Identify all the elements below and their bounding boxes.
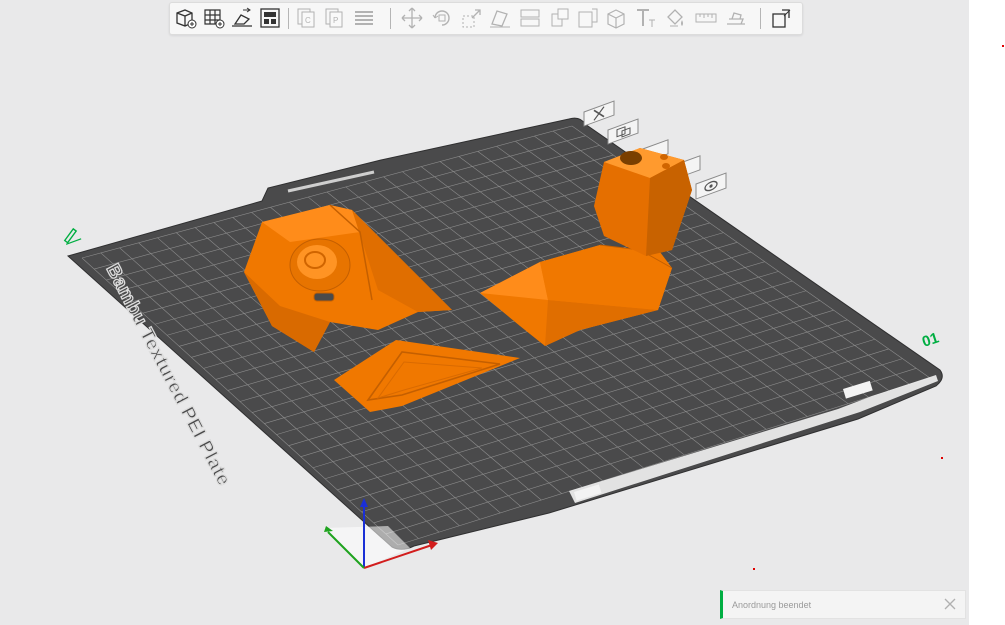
- ruler-icon: [695, 13, 717, 23]
- measure-button[interactable]: [694, 6, 718, 30]
- text-icon: [637, 9, 655, 27]
- stray-pixel-marker: [1002, 45, 1004, 47]
- notification-toast: Anordnung beendet: [720, 590, 966, 619]
- add-plate-button[interactable]: [202, 6, 226, 30]
- copy-icon: C: [297, 8, 315, 28]
- support-paint-icon: [551, 8, 569, 27]
- split-parts-button[interactable]: [604, 6, 628, 30]
- lay-on-face-icon: [490, 10, 510, 28]
- boolean-button[interactable]: [576, 6, 600, 30]
- scale-button[interactable]: [460, 6, 484, 30]
- arrange-plate-icon[interactable]: [607, 118, 639, 145]
- split-icon: [607, 9, 625, 29]
- 3d-viewport[interactable]: Bambu Textured PEI Plate 01 C P Anordnun…: [0, 0, 969, 625]
- cut-button[interactable]: [518, 6, 542, 30]
- move-button[interactable]: [400, 6, 424, 30]
- assembly-view-button[interactable]: [770, 6, 794, 30]
- copy-button[interactable]: C: [294, 6, 318, 30]
- lay-on-face-button[interactable]: [488, 6, 512, 30]
- toolbar-separator: [288, 8, 289, 29]
- assembly-view-icon: [772, 9, 791, 28]
- cut-icon: [520, 9, 540, 27]
- assembly-icon: [727, 12, 745, 25]
- auto-orient-button[interactable]: [230, 6, 254, 30]
- main-toolbar: C P: [169, 2, 803, 35]
- paint-bucket-icon: [667, 9, 683, 27]
- rotate-button[interactable]: [430, 6, 454, 30]
- scale-icon: [462, 9, 481, 28]
- plate-settings-icon[interactable]: [695, 172, 727, 200]
- seam-paint-button[interactable]: [664, 6, 688, 30]
- cube-add-icon: [176, 9, 197, 29]
- arrange-icon: [260, 8, 280, 28]
- rotate-icon: [432, 10, 450, 26]
- plate-number: 01: [920, 329, 941, 350]
- auto-arrange-button[interactable]: [258, 6, 282, 30]
- notification-text: Anordnung beendet: [732, 600, 812, 610]
- stray-pixel-marker: [941, 457, 943, 459]
- support-paint-button[interactable]: [548, 6, 572, 30]
- build-plate[interactable]: [66, 117, 943, 550]
- toolbar-separator: [760, 8, 761, 29]
- assembly-button[interactable]: [724, 6, 748, 30]
- add-object-button[interactable]: [174, 6, 198, 30]
- paste-button[interactable]: P: [322, 6, 346, 30]
- close-plate-icon[interactable]: [583, 100, 615, 127]
- boolean-icon: [578, 8, 598, 28]
- plate-scene[interactable]: Bambu Textured PEI Plate 01: [0, 0, 969, 625]
- paste-icon: P: [325, 8, 343, 28]
- layers-icon: [355, 11, 373, 25]
- stray-pixel-marker: [753, 568, 755, 570]
- move-icon: [401, 7, 423, 29]
- orient-icon: [232, 7, 252, 27]
- plate-name-edit-icon[interactable]: [62, 227, 82, 245]
- svg-text:P: P: [333, 16, 338, 25]
- svg-text:C: C: [305, 16, 311, 25]
- text-button[interactable]: [634, 6, 658, 30]
- toolbar-separator: [390, 8, 391, 29]
- layers-button[interactable]: [352, 6, 376, 30]
- close-icon[interactable]: [944, 598, 956, 610]
- grid-add-icon: [204, 9, 225, 29]
